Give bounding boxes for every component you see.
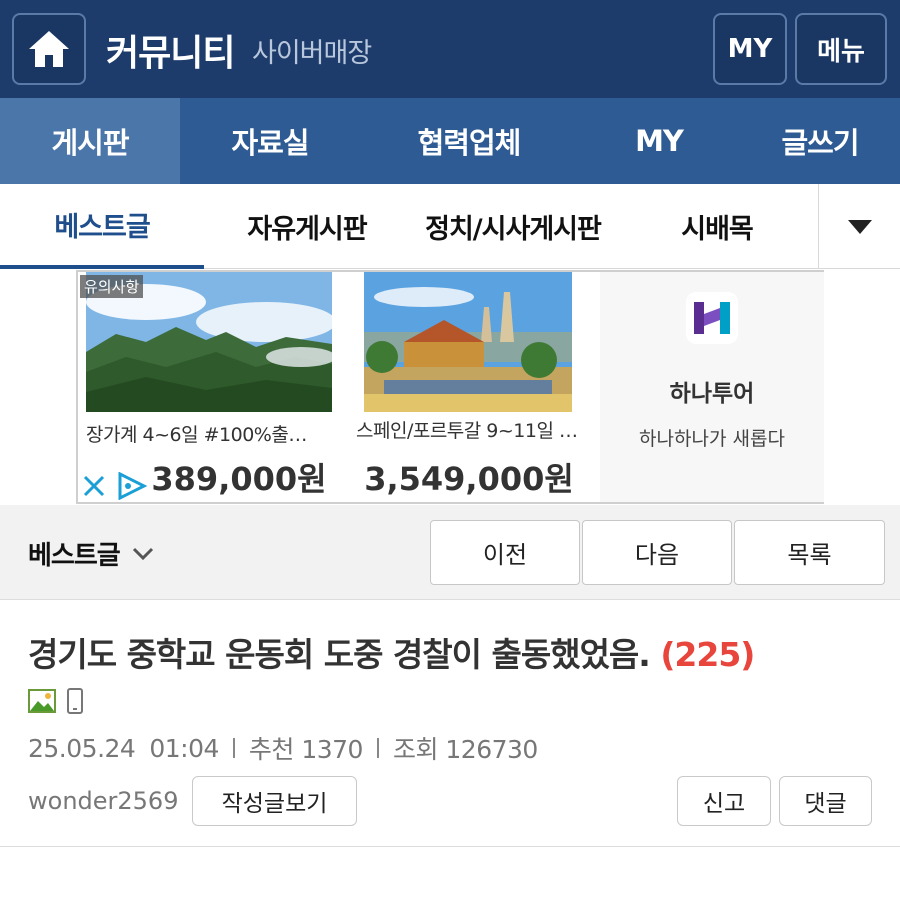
post-title-text: 경기도 중학교 운동회 도중 경찰이 출동했었음. (28, 635, 651, 674)
report-button[interactable]: 신고 (677, 776, 771, 826)
post-recommend: 추천 1370 (248, 735, 364, 764)
tab-my[interactable]: MY (578, 98, 740, 184)
post-date: 25.05.24 (28, 733, 136, 763)
ad-brand-slogan[interactable]: 하나하나가 새롭다 (600, 424, 824, 451)
prev-button[interactable]: 이전 (430, 520, 580, 585)
meta-separator (376, 738, 379, 758)
category-selector[interactable]: 베스트글 (28, 535, 154, 572)
hanatour-logo (686, 292, 738, 344)
post-time: 01:04 (149, 733, 219, 763)
tab-partners[interactable]: 협력업체 (360, 98, 578, 184)
ad-image-barcelona (364, 272, 572, 412)
post-views: 조회 126730 (392, 735, 538, 764)
tab-write[interactable]: 글쓰기 (740, 98, 900, 184)
post-navigation: 베스트글 이전 다음 목록 (0, 505, 900, 600)
post-meta: 25.05.24 01:04 추천 1370 조회 126730 (28, 730, 538, 766)
close-icon[interactable] (82, 474, 106, 498)
chevron-down-icon (132, 547, 153, 560)
subtab-free[interactable]: 자유게시판 (204, 184, 410, 269)
post-author[interactable]: wonder2569 (28, 787, 178, 815)
menu-button[interactable]: 메뉴 (795, 13, 887, 85)
subnav-more-button[interactable] (818, 184, 900, 269)
app-header: 커뮤니티 사이버매장 MY 메뉴 (0, 0, 900, 98)
subtab-politics[interactable]: 정치/시사게시판 (410, 184, 616, 269)
brand-subtitle[interactable]: 사이버매장 (252, 31, 372, 70)
comment-count[interactable]: (225) (660, 635, 755, 674)
ad-notice-label[interactable]: 유의사항 (80, 275, 144, 298)
home-icon (29, 31, 69, 67)
mobile-icon (67, 688, 83, 714)
brand-title[interactable]: 커뮤니티 (106, 24, 235, 76)
post-attachment-icons (28, 688, 84, 714)
ad-card-hanatour[interactable]: 하나투어 하나하나가 새롭다 (600, 272, 824, 502)
ad-controls (82, 472, 160, 500)
subtab-best[interactable]: 베스트글 (0, 184, 204, 269)
meta-separator (232, 738, 235, 758)
ad-card-zhangjiajie[interactable]: 유의사항 장가계 4~6일 #100%출… 389,000원 (78, 272, 340, 502)
next-button[interactable]: 다음 (582, 520, 732, 585)
image-icon (28, 689, 56, 713)
category-label: 베스트글 (28, 541, 121, 571)
home-button[interactable] (12, 13, 86, 85)
subtab-sibaemok[interactable]: 시배목 (616, 184, 818, 269)
tab-archive[interactable]: 자료실 (180, 98, 360, 184)
ad-banner[interactable]: 유의사항 장가계 4~6일 #100%출… 389,000원 스페인/포르투갈 … (76, 270, 824, 504)
hanatour-logo-icon (694, 302, 730, 334)
author-posts-button[interactable]: 작성글보기 (192, 776, 357, 826)
comment-button[interactable]: 댓글 (779, 776, 872, 826)
ad-brand-name[interactable]: 하나투어 (600, 374, 824, 408)
ad-title[interactable]: 스페인/포르투갈 9~11일 … (356, 420, 594, 450)
my-button[interactable]: MY (713, 13, 787, 85)
ad-card-spain[interactable]: 스페인/포르투갈 9~11일 … 3,549,000원 (340, 272, 598, 502)
main-nav: 게시판 자료실 협력업체 MY 글쓰기 (0, 98, 900, 184)
divider (0, 846, 900, 847)
list-button[interactable]: 목록 (734, 520, 885, 585)
ad-price[interactable]: 3,549,000원 (340, 454, 598, 500)
caret-down-icon (847, 219, 872, 234)
ad-title[interactable]: 장가계 4~6일 #100%출… (86, 420, 336, 447)
ad-choices-icon[interactable] (116, 472, 148, 500)
sub-nav: 베스트글 자유게시판 정치/시사게시판 시배목 (0, 184, 900, 269)
post-title: 경기도 중학교 운동회 도중 경찰이 출동했었음. (225) (28, 628, 755, 676)
tab-board[interactable]: 게시판 (0, 98, 180, 184)
